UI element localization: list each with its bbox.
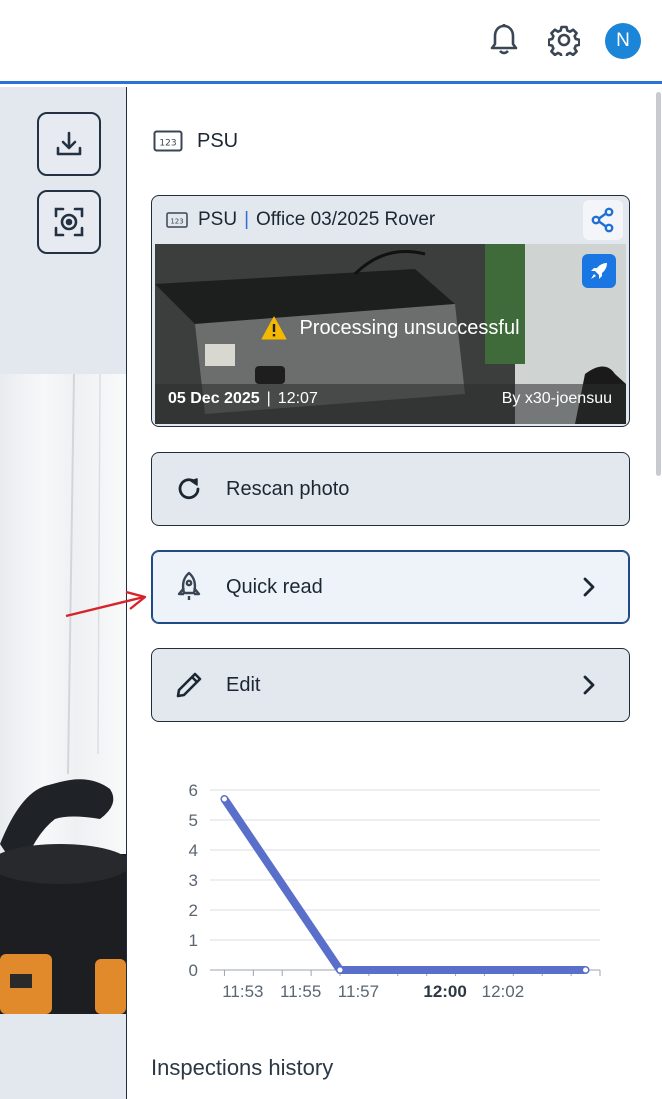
refresh-icon	[174, 474, 204, 504]
inspection-chart: 0 1 2 3 4 5 6 11:53 11:55 11:57 12:00 12:02	[189, 781, 601, 1001]
y-tick-label: 5	[189, 811, 198, 830]
quick-read-label: Quick read	[226, 575, 323, 598]
warning-icon	[261, 316, 287, 340]
scan-focus-icon	[54, 207, 84, 237]
x-tick-label: 11:55	[280, 982, 321, 1001]
data-point	[582, 966, 590, 974]
download-button[interactable]	[37, 112, 101, 176]
x-tick-label: 12:02	[482, 982, 525, 1001]
svg-text:123: 123	[159, 139, 176, 149]
card-date: 05 Dec 2025	[168, 390, 260, 407]
x-tick-label: 11:53	[222, 982, 263, 1001]
y-tick-label: 3	[189, 871, 198, 890]
card-photo: Processing unsuccessful 05 Dec 2025 | 12…	[155, 244, 626, 424]
download-icon	[56, 131, 82, 156]
gear-icon[interactable]	[546, 22, 582, 58]
background-photo	[0, 374, 126, 1014]
card-item-name: PSU	[198, 209, 238, 230]
y-tick-label: 4	[189, 841, 198, 860]
scan-button[interactable]	[37, 190, 101, 254]
series-line	[220, 795, 590, 974]
y-tick-label: 1	[189, 931, 198, 950]
avatar-initial: N	[616, 30, 630, 51]
y-tick-label: 0	[189, 961, 198, 980]
top-bar: N	[0, 0, 662, 84]
breadcrumb: 123 PSU	[153, 127, 238, 155]
pencil-icon	[174, 670, 204, 700]
data-point	[220, 795, 228, 803]
page-title: PSU	[197, 129, 239, 152]
numeric-field-icon: 123	[166, 212, 188, 228]
y-tick-label: 6	[189, 781, 198, 800]
annotation-arrow	[65, 590, 147, 618]
numeric-field-icon: 123	[153, 130, 183, 152]
card-timestamp: 05 Dec 2025 | 12:07	[168, 390, 318, 408]
rescan-label: Rescan photo	[226, 477, 350, 500]
bell-icon[interactable]	[486, 22, 522, 58]
share-button[interactable]	[583, 200, 623, 240]
status-text: Processing unsuccessful	[299, 316, 520, 339]
quick-read-badge	[582, 254, 616, 288]
scrollbar[interactable]	[656, 92, 661, 476]
rescan-photo-button[interactable]: Rescan photo	[151, 452, 630, 526]
card-date-separator: |	[266, 390, 271, 407]
by-label: By	[501, 390, 521, 407]
avatar[interactable]: N	[605, 23, 641, 59]
rocket-icon	[591, 263, 607, 279]
share-icon	[591, 207, 614, 233]
y-tick-label: 2	[189, 901, 198, 920]
x-tick-label: 12:00	[423, 982, 466, 1001]
chevron-right-icon	[583, 675, 595, 695]
inspections-history-heading: Inspections history	[151, 1055, 334, 1080]
card-header: 123 PSU | Office 03/2025 Rover	[152, 196, 629, 244]
card-location: Office 03/2025 Rover	[256, 209, 436, 230]
x-tick-label: 11:57	[338, 982, 379, 1001]
chevron-right-icon	[583, 577, 595, 597]
card-time: 12:07	[277, 390, 318, 407]
edit-button[interactable]: Edit	[151, 648, 630, 722]
svg-text:123: 123	[170, 218, 183, 226]
rocket-icon	[174, 571, 204, 602]
card-separator: |	[244, 209, 250, 230]
item-card[interactable]: 123 PSU | Office 03/2025 Rover Processin	[151, 195, 630, 427]
data-point	[336, 966, 344, 974]
processing-status: Processing unsuccessful	[155, 316, 626, 340]
edit-label: Edit	[226, 673, 261, 696]
card-author: By x30-joensuu	[502, 390, 612, 408]
quick-read-button[interactable]: Quick read	[151, 550, 630, 624]
author-name: x30-joensuu	[524, 390, 612, 407]
